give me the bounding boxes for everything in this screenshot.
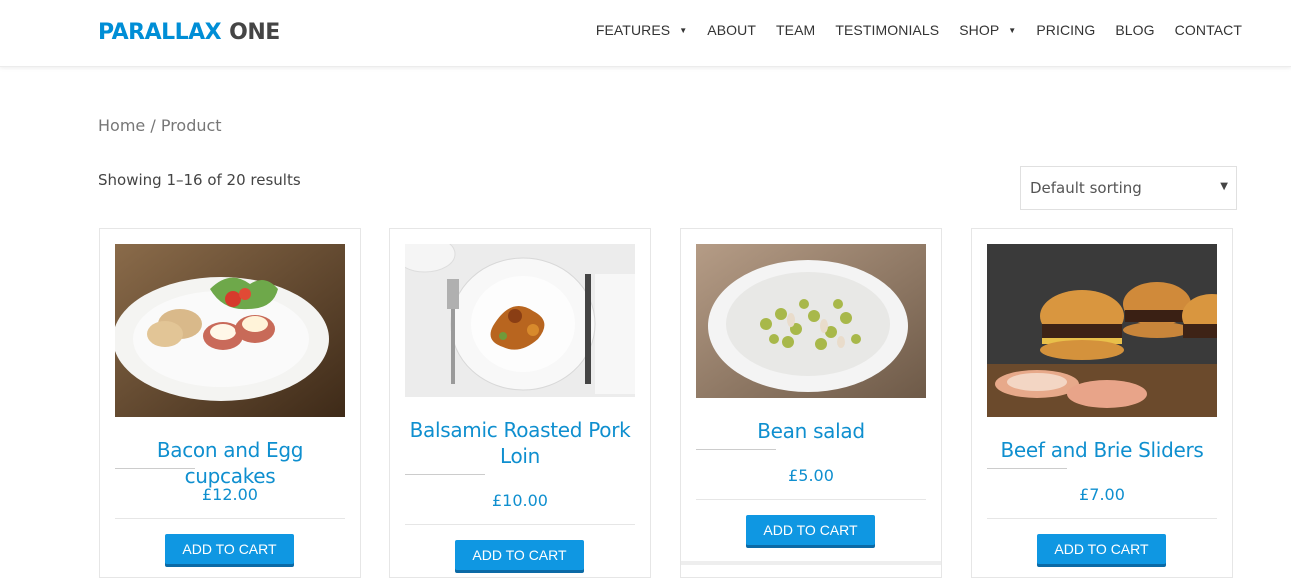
add-to-cart-button[interactable]: ADD TO CART	[1037, 534, 1166, 564]
sorting-selected-value: Default sorting	[1030, 179, 1142, 197]
add-to-cart-button[interactable]: ADD TO CART	[165, 534, 294, 564]
product-image-bean-salad[interactable]	[696, 244, 926, 398]
title-underline	[696, 449, 776, 450]
result-count: Showing 1–16 of 20 results	[98, 171, 301, 189]
product-price: £7.00	[1079, 485, 1125, 504]
divider	[987, 518, 1217, 519]
breadcrumb-separator: /	[150, 116, 156, 135]
product-card: Bacon and Egg cupcakes £12.00 ADD TO CAR…	[99, 228, 361, 578]
nav-item-about[interactable]: ABOUT	[707, 22, 756, 38]
nav-item-contact[interactable]: CONTACT	[1175, 22, 1242, 38]
nav-label: ABOUT	[707, 22, 757, 38]
nav-item-features[interactable]: FEATURES ▼	[596, 22, 687, 38]
card-bottom-bar	[681, 561, 941, 565]
product-title[interactable]: Balsamic Roasted Pork Loin	[405, 417, 635, 469]
product-title[interactable]: Bacon and Egg cupcakes	[115, 437, 345, 489]
nav-label: FEATURES	[595, 22, 671, 38]
product-price: £5.00	[788, 466, 834, 485]
nav-label: BLOG	[1115, 22, 1155, 38]
product-price: £12.00	[202, 485, 258, 504]
nav-label: CONTACT	[1174, 22, 1242, 38]
nav-label: TESTIMONIALS	[835, 22, 940, 38]
divider	[115, 518, 345, 519]
product-image-balsamic-pork-loin[interactable]	[405, 244, 635, 397]
divider	[696, 499, 926, 500]
nav-item-testimonials[interactable]: TESTIMONIALS	[835, 22, 939, 38]
caret-down-icon: ▼	[679, 25, 688, 35]
product-title[interactable]: Bean salad	[696, 418, 926, 444]
nav-label: TEAM	[776, 22, 816, 38]
logo-part-2: ONE	[229, 19, 280, 45]
product-card: Bean salad £5.00 ADD TO CART	[680, 228, 942, 578]
nav-item-shop[interactable]: SHOP ▼	[959, 22, 1016, 38]
add-to-cart-button[interactable]: ADD TO CART	[746, 515, 875, 545]
caret-down-icon: ▼	[1008, 25, 1017, 35]
title-underline	[115, 468, 195, 469]
site-logo[interactable]: PARALLAX ONE	[98, 19, 280, 45]
sorting-select[interactable]: Default sorting ▼	[1020, 166, 1237, 210]
add-to-cart-button[interactable]: ADD TO CART	[455, 540, 584, 570]
main-nav: FEATURES ▼ ABOUT TEAM TESTIMONIALS SHOP ▼ …	[596, 22, 1242, 38]
divider	[405, 524, 635, 525]
nav-item-team[interactable]: TEAM	[776, 22, 815, 38]
product-card: Balsamic Roasted Pork Loin £10.00 ADD TO…	[389, 228, 651, 578]
product-title[interactable]: Beef and Brie Sliders	[987, 437, 1217, 463]
nav-item-blog[interactable]: BLOG	[1115, 22, 1154, 38]
breadcrumb: Home / Product	[98, 116, 222, 135]
product-card: Beef and Brie Sliders £7.00 ADD TO CART	[971, 228, 1233, 578]
product-image-beef-brie-sliders[interactable]	[987, 244, 1217, 417]
nav-item-pricing[interactable]: PRICING	[1036, 22, 1095, 38]
breadcrumb-home-link[interactable]: Home	[98, 116, 145, 135]
product-image-bacon-egg-cupcakes[interactable]	[115, 244, 345, 417]
breadcrumb-current: Product	[160, 116, 222, 135]
site-header: PARALLAX ONE FEATURES ▼ ABOUT TEAM TESTIM…	[0, 0, 1291, 67]
logo-part-1: PARALLAX	[98, 19, 222, 45]
dropdown-arrow-icon: ▼	[1220, 181, 1228, 192]
product-price: £10.00	[492, 491, 548, 510]
nav-label: SHOP	[959, 22, 1000, 38]
title-underline	[405, 474, 485, 475]
nav-label: PRICING	[1036, 22, 1096, 38]
title-underline	[987, 468, 1067, 469]
